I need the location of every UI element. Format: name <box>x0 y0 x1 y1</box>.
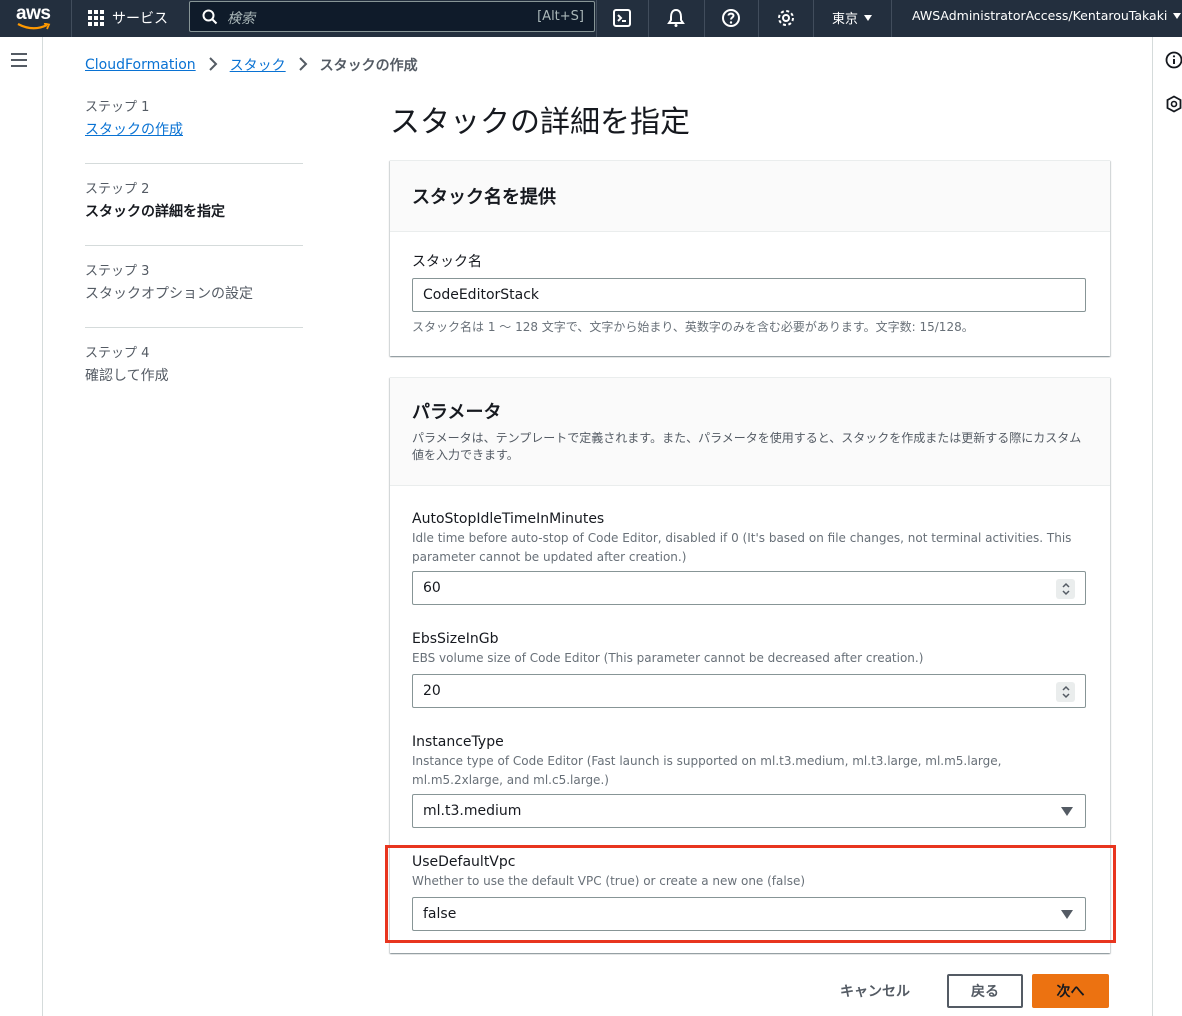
step-2: ステップ 2 スタックの詳細を指定 <box>85 164 303 221</box>
field-description: EBS volume size of Code Editor (This par… <box>412 651 924 665</box>
field-label: EbsSizeInGb <box>412 631 499 647</box>
cancel-button[interactable]: キャンセル <box>830 974 920 1008</box>
panel-header: パラメータ パラメータは、テンプレートで定義されます。また、パラメータを使用する… <box>390 378 1110 486</box>
next-button[interactable]: 次へ <box>1032 974 1109 1008</box>
search-input[interactable]: 検索 [Alt+S] <box>189 1 595 32</box>
stepper-icon[interactable] <box>1056 579 1075 599</box>
step-1-link[interactable]: スタックの作成 <box>85 118 303 142</box>
account-menu[interactable]: AWSAdministratorAccess/KentarouTakaki <box>912 8 1182 23</box>
caret-down-icon <box>864 14 873 21</box>
cloudshell-icon[interactable] <box>610 6 634 30</box>
bell-icon[interactable] <box>664 6 688 30</box>
wizard-steps: ステップ 1 スタックの作成 ステップ 2 スタックの詳細を指定 ステップ 3 … <box>85 98 303 385</box>
step-3-title: スタックオプションの設定 <box>85 286 253 302</box>
breadcrumb-current: スタックの作成 <box>319 58 418 74</box>
nav-separator <box>596 0 597 37</box>
caret-down-icon <box>1173 12 1182 19</box>
breadcrumb-cloudformation[interactable]: CloudFormation <box>85 57 196 73</box>
chevron-right-icon <box>298 56 308 75</box>
stack-name-input[interactable]: CodeEditorStack <box>412 278 1086 312</box>
breadcrumb: CloudFormation スタック スタックの作成 <box>85 55 418 75</box>
nav-separator <box>758 0 759 37</box>
nav-separator <box>71 0 72 37</box>
stepper-icon[interactable] <box>1056 682 1075 702</box>
aws-logo-text: aws <box>16 3 51 24</box>
highlight-annotation <box>385 845 1116 943</box>
param-instance-type: InstanceType Instance type of Code Edito… <box>412 734 1088 790</box>
menu-icon[interactable] <box>11 53 27 67</box>
stack-name-field-label: スタック名 <box>412 251 482 271</box>
step-label: ステップ 1 <box>85 100 150 115</box>
input-value: 60 <box>423 580 441 596</box>
right-rail <box>1152 37 1182 1016</box>
panel-description: パラメータは、テンプレートで定義されます。また、パラメータを使用すると、スタック… <box>412 431 1082 462</box>
back-button[interactable]: 戻る <box>947 974 1023 1008</box>
param-ebs-size: EbsSizeInGb EBS volume size of Code Edit… <box>412 631 1088 668</box>
account-label: AWSAdministratorAccess/KentarouTakaki <box>912 8 1168 23</box>
step-label: ステップ 4 <box>85 346 150 361</box>
region-selector[interactable]: 東京 <box>832 8 873 27</box>
panel-title: スタック名を提供 <box>412 187 556 208</box>
instance-type-select[interactable]: ml.t3.medium <box>412 794 1086 828</box>
top-navigation: aws サービス 検索 [Alt+S] 東京 AWSAdministratorA… <box>0 0 1182 37</box>
stack-name-hint: スタック名は 1 ～ 128 文字で、文字から始まり、英数字のみを含む必要があり… <box>412 320 974 334</box>
step-label: ステップ 3 <box>85 264 150 279</box>
input-value: 20 <box>423 683 441 699</box>
hexagon-icon[interactable] <box>1165 95 1182 113</box>
region-label: 東京 <box>832 12 859 27</box>
step-1: ステップ 1 スタックの作成 <box>85 98 303 155</box>
chevron-right-icon <box>208 56 218 75</box>
info-icon[interactable] <box>1165 51 1182 69</box>
services-menu-button[interactable]: サービス <box>88 6 168 30</box>
grid-icon <box>88 10 104 26</box>
nav-separator <box>891 0 892 37</box>
search-shortcut: [Alt+S] <box>537 9 584 24</box>
aws-logo[interactable]: aws <box>14 3 54 33</box>
aws-smile-icon <box>17 23 51 30</box>
step-label: ステップ 2 <box>85 182 150 197</box>
field-label: AutoStopIdleTimeInMinutes <box>412 511 605 527</box>
stack-name-panel: スタック名を提供 スタック名 CodeEditorStack スタック名は 1 … <box>390 160 1110 356</box>
nav-separator <box>648 0 649 37</box>
nav-separator <box>813 0 814 37</box>
page-title: スタックの詳細を指定 <box>390 105 690 140</box>
field-label: InstanceType <box>412 734 504 750</box>
search-placeholder: 検索 <box>227 11 255 27</box>
caret-down-icon <box>1061 807 1073 816</box>
param-autostop: AutoStopIdleTimeInMinutes Idle time befo… <box>412 511 1088 567</box>
ebs-size-input[interactable]: 20 <box>412 674 1086 708</box>
services-label: サービス <box>112 11 168 27</box>
field-description: Idle time before auto-stop of Code Edito… <box>412 531 1072 564</box>
step-2-title: スタックの詳細を指定 <box>85 204 225 220</box>
field-label: スタック名 <box>412 254 482 270</box>
nav-separator <box>704 0 705 37</box>
gear-icon[interactable] <box>774 6 798 30</box>
step-4-title: 確認して作成 <box>85 368 169 384</box>
help-icon[interactable] <box>719 6 743 30</box>
input-value: CodeEditorStack <box>423 287 540 303</box>
autostop-input[interactable]: 60 <box>412 571 1086 605</box>
breadcrumb-stacks[interactable]: スタック <box>230 55 286 75</box>
panel-header: スタック名を提供 <box>390 161 1110 232</box>
step-4: ステップ 4 確認して作成 <box>85 328 303 385</box>
select-value: ml.t3.medium <box>423 803 522 819</box>
field-description: Instance type of Code Editor (Fast launc… <box>412 754 1002 787</box>
search-icon <box>202 9 218 25</box>
step-3: ステップ 3 スタックオプションの設定 <box>85 246 303 303</box>
left-rail <box>0 37 43 1016</box>
panel-title: パラメータ <box>412 402 502 423</box>
